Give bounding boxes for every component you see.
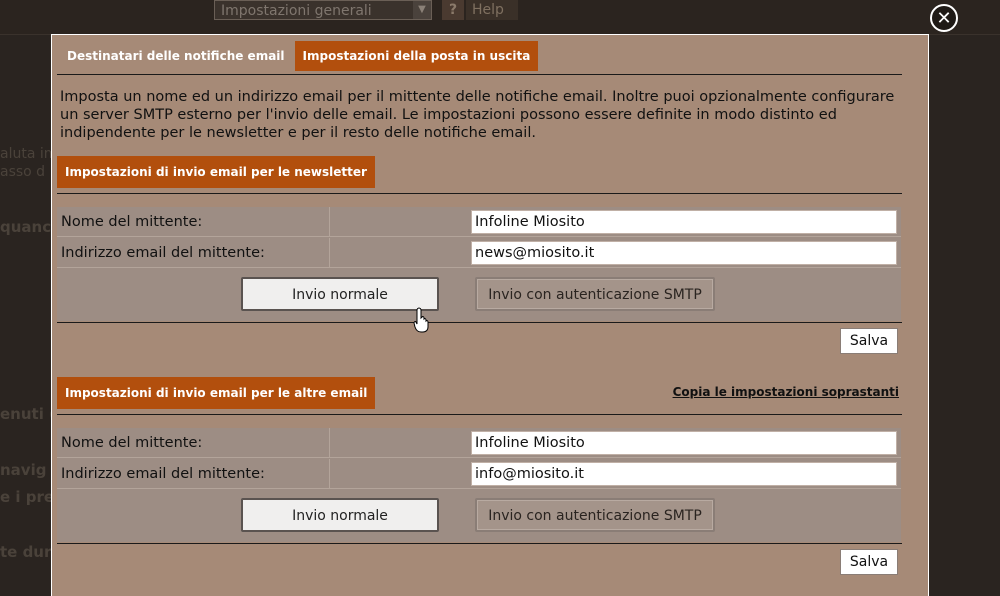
newsletter-form: Nome del mittente: Indirizzo email del m… [57, 207, 901, 321]
newsletter-sender-name-row: Nome del mittente: [57, 207, 901, 237]
newsletter-sender-name-input[interactable] [471, 210, 897, 234]
tab-outgoing-mail-settings[interactable]: Impostazioni della posta in uscita [294, 41, 539, 71]
column-divider [329, 459, 330, 489]
divider [57, 322, 902, 323]
background-settings-select: Impostazioni generali ▼ [214, 0, 432, 20]
background-text-fragment: enuti ( [0, 405, 56, 423]
copy-settings-link[interactable]: Copia le impostazioni soprastanti [673, 385, 899, 399]
other-sender-name-input[interactable] [471, 431, 897, 455]
newsletter-normal-send-button[interactable]: Invio normale [241, 277, 439, 311]
other-normal-send-button[interactable]: Invio normale [241, 498, 439, 532]
background-text-fragment: navig [0, 461, 47, 479]
chevron-down-icon: ▼ [413, 1, 431, 19]
close-icon[interactable]: ✕ [930, 4, 958, 32]
other-emails-form: Nome del mittente: Indirizzo email del m… [57, 428, 901, 542]
newsletter-section-header: Impostazioni di invio email per le newsl… [57, 156, 375, 188]
background-text-fragment: aluta im [0, 146, 58, 162]
other-smtp-send-button[interactable]: Invio con autenticazione SMTP [475, 498, 715, 532]
column-divider [329, 207, 330, 237]
sender-email-label: Indirizzo email del mittente: [61, 466, 265, 482]
background-text-fragment: quanc [0, 218, 52, 236]
newsletter-smtp-send-button[interactable]: Invio con autenticazione SMTP [475, 277, 715, 311]
sender-name-label: Nome del mittente: [61, 214, 203, 230]
divider [57, 74, 902, 75]
column-divider [329, 238, 330, 268]
newsletter-sender-email-row: Indirizzo email del mittente: [57, 238, 901, 268]
help-question-icon: ? [442, 0, 464, 20]
intro-text: Imposta un nome ed un indirizzo email pe… [60, 89, 895, 141]
background-select-value: Impostazioni generali [221, 3, 372, 19]
other-emails-section-header: Impostazioni di invio email per le altre… [57, 377, 376, 409]
column-divider [329, 428, 330, 458]
sender-name-label: Nome del mittente: [61, 435, 203, 451]
newsletter-save-button[interactable]: Salva [840, 328, 898, 354]
email-settings-modal: Destinatari delle notifiche email Impost… [51, 34, 929, 596]
other-save-button[interactable]: Salva [840, 549, 898, 575]
background-text-fragment: asso d [0, 164, 46, 180]
newsletter-sender-email-input[interactable] [471, 241, 897, 265]
other-sender-email-input[interactable] [471, 462, 897, 486]
hand-cursor-icon [413, 307, 429, 333]
other-sender-name-row: Nome del mittente: [57, 428, 901, 458]
background-help-button: Help [466, 0, 518, 20]
tab-email-recipients[interactable]: Destinatari delle notifiche email [59, 41, 293, 71]
divider [57, 193, 902, 194]
other-sender-email-row: Indirizzo email del mittente: [57, 459, 901, 489]
divider [57, 414, 902, 415]
tab-bar: Destinatari delle notifiche email Impost… [59, 41, 539, 71]
divider [57, 543, 902, 544]
sender-email-label: Indirizzo email del mittente: [61, 245, 265, 261]
